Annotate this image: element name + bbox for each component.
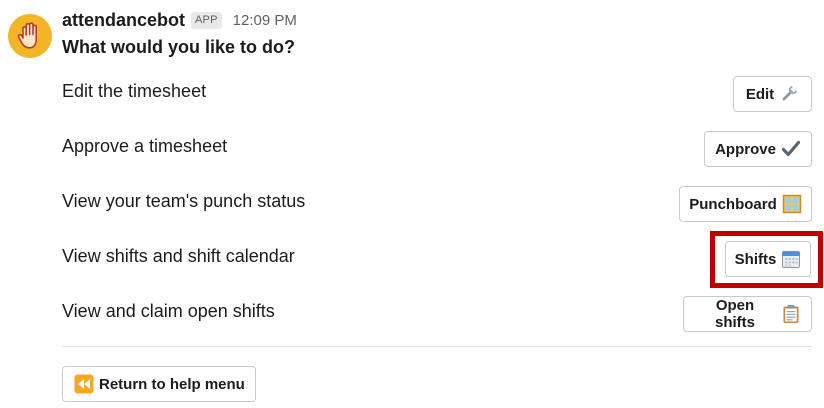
approve-button-label: Approve	[715, 140, 776, 158]
action-label-open-shifts: View and claim open shifts	[62, 301, 275, 321]
open-shifts-button-label: Open shifts	[714, 297, 755, 331]
edit-button-label: Edit	[745, 85, 775, 103]
action-label-punchboard: View your team's punch status	[62, 191, 306, 211]
shifts-button[interactable]: Shifts	[725, 241, 811, 277]
return-button-label: Return to help menu	[99, 375, 245, 393]
window-icon	[782, 194, 802, 214]
punchboard-button-label: Punchboard	[689, 195, 777, 213]
bot-name[interactable]: attendancebot	[62, 10, 185, 31]
action-label-shifts: View shifts and shift calendar	[62, 246, 295, 266]
action-label-approve: Approve a timesheet	[62, 136, 228, 156]
message-header: attendancebot APP 12:09 PM	[62, 10, 297, 30]
check-mark-icon	[781, 139, 801, 159]
rewind-icon	[74, 374, 94, 394]
open-shifts-button[interactable]: Open shifts	[683, 296, 812, 332]
shifts-button-label: Shifts	[734, 250, 777, 268]
approve-button[interactable]: Approve	[704, 131, 812, 167]
wrench-icon	[779, 84, 799, 104]
message-timestamp[interactable]: 12:09 PM	[233, 12, 297, 29]
message-question: What would you like to do?	[62, 37, 295, 57]
app-badge: APP	[191, 11, 222, 29]
clipboard-icon	[781, 304, 801, 324]
bot-avatar[interactable]	[8, 14, 52, 58]
punchboard-button[interactable]: Punchboard	[679, 186, 812, 222]
action-label-edit: Edit the timesheet	[62, 81, 207, 101]
raised-hand-icon	[17, 22, 37, 49]
message-container: attendancebot APP 12:09 PM What would yo…	[0, 0, 824, 408]
calendar-icon	[781, 249, 801, 269]
divider	[62, 346, 812, 347]
edit-button[interactable]: Edit	[733, 76, 812, 112]
return-to-help-menu-button[interactable]: Return to help menu	[62, 366, 256, 402]
